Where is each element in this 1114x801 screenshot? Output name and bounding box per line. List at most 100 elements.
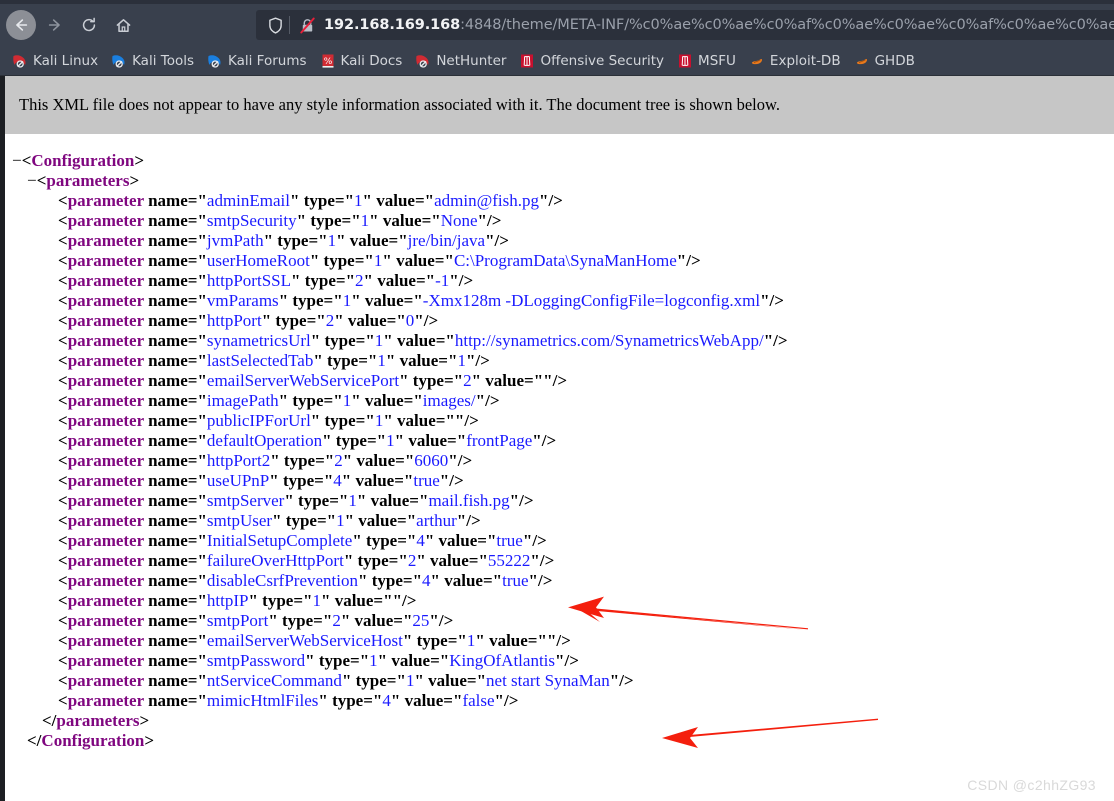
xml-parameter-row: <parameter name="httpPortSSL" type="2" v…: [58, 271, 474, 290]
xml-parameter-row: <parameter name="lastSelectedTab" type="…: [58, 351, 490, 370]
url-path: :4848/theme/META-INF/%c0%ae%c0%ae%c0%af%…: [460, 17, 1114, 33]
parameter-type: 2: [334, 451, 343, 470]
xml-line-root-close: </Configuration>: [27, 731, 155, 750]
parameter-name: ntServiceCommand: [206, 671, 342, 690]
kali-dragon-blue-icon: [111, 53, 127, 69]
parameter-value: mail.fish.pg: [428, 491, 510, 510]
xml-parameter-row: <parameter name="httpPort" type="2" valu…: [58, 311, 439, 330]
parameter-name: synametricsUrl: [206, 331, 311, 350]
xml-parameter-row: <parameter name="InitialSetupComplete" t…: [58, 531, 547, 550]
parameter-type: 1: [360, 211, 370, 230]
parameter-value: images/: [422, 391, 476, 410]
collapse-toggle-icon[interactable]: −: [27, 171, 37, 190]
parameter-value: -1: [435, 271, 450, 290]
parameter-name: jvmPath: [206, 231, 264, 250]
bookmark-label: Kali Tools: [132, 52, 194, 69]
xml-line-parameters-open[interactable]: −<parameters>: [5, 171, 1114, 191]
parameter-value: admin@fish.pg: [434, 191, 539, 210]
bookmark-kali-linux[interactable]: Kali Linux: [8, 51, 105, 71]
bookmark-label: Kali Docs: [340, 52, 403, 69]
parameter-value: true: [413, 471, 440, 490]
xml-parameter-row: <parameter name="smtpPassword" type="1" …: [58, 651, 579, 670]
parameter-name: httpPort: [206, 311, 262, 330]
bookmark-kali-forums[interactable]: Kali Forums: [203, 51, 314, 71]
parameter-type: 4: [422, 571, 431, 590]
bookmark-msfu[interactable]: MSFU: [673, 51, 743, 71]
bookmark-ghdb[interactable]: GHDB: [850, 51, 922, 71]
parameter-type: 2: [463, 371, 472, 390]
address-bar[interactable]: 192.168.169.168:4848/theme/META-INF/%c0%…: [256, 10, 1114, 40]
bookmark-label: Kali Linux: [33, 52, 99, 69]
parameter-value: net start SynaMan: [486, 671, 610, 690]
kali-dragon-icon: [415, 53, 431, 69]
parameter-type: 1: [342, 391, 352, 410]
svg-text:%: %: [323, 57, 332, 67]
xml-parameter-row: <parameter name="smtpSecurity" type="1" …: [58, 211, 502, 230]
bookmark-label: GHDB: [874, 52, 915, 69]
forward-button[interactable]: [40, 10, 70, 40]
parameter-type: 4: [333, 471, 342, 490]
address-bar-divider: [289, 16, 290, 34]
bookmark-label: Exploit-DB: [769, 52, 841, 69]
notice-text: This XML file does not appear to have an…: [19, 95, 780, 114]
parameter-value: false: [462, 691, 495, 710]
address-bar-url: 192.168.169.168:4848/theme/META-INF/%c0%…: [320, 17, 1114, 33]
reload-button[interactable]: [74, 10, 104, 40]
parameter-type: 1: [342, 291, 352, 310]
xml-parameter-row: <parameter name="smtpUser" type="1" valu…: [58, 511, 481, 530]
parameter-name: disableCsrfPrevention: [206, 571, 358, 590]
parameter-type: 2: [332, 611, 341, 630]
insecure-connection-lock-icon[interactable]: [294, 12, 320, 38]
bookmark-label: Offensive Security: [540, 52, 665, 69]
parameter-name: mimicHtmlFiles: [206, 691, 319, 710]
bookmark-nethunter[interactable]: NetHunter: [411, 51, 513, 71]
parameter-name: smtpSecurity: [206, 211, 297, 230]
xml-parameter-row: <parameter name="publicIPForUrl" type="1…: [58, 411, 479, 430]
parameter-name: InitialSetupComplete: [206, 531, 353, 550]
parameter-name: emailServerWebServiceHost: [206, 631, 403, 650]
bookmark-offensive-security[interactable]: Offensive Security: [515, 51, 671, 71]
parameter-value: 1: [457, 351, 466, 370]
xml-parameter-row: <parameter name="synametricsUrl" type="1…: [58, 331, 788, 350]
parameter-name: smtpPort: [206, 611, 269, 630]
bookmark-label: NetHunter: [436, 52, 507, 69]
csdn-watermark: CSDN @c2hhZG93: [967, 777, 1096, 793]
parameter-type: 1: [369, 651, 378, 670]
bookmark-kali-tools[interactable]: Kali Tools: [107, 51, 201, 71]
bookmark-label: MSFU: [698, 52, 736, 69]
kali-docs-book-icon: %: [320, 53, 336, 69]
xml-parameter-row: <parameter name="defaultOperation" type=…: [58, 431, 557, 450]
xml-line-parameters-close: </parameters>: [42, 711, 150, 730]
bookmark-label: Kali Forums: [228, 52, 307, 69]
xml-parameter-row: <parameter name="ntServiceCommand" type=…: [58, 671, 634, 690]
notice-gap: [0, 134, 1114, 147]
parameter-value: 55222: [487, 551, 531, 570]
xml-parameter-row: <parameter name="mimicHtmlFiles" type="4…: [58, 691, 519, 710]
xml-parameter-row: <parameter name="emailServerWebServicePo…: [58, 371, 568, 390]
kali-dragon-icon: [12, 53, 28, 69]
xml-document-tree: −<Configuration> −<parameters> <parameter …: [0, 147, 1114, 801]
home-button[interactable]: [108, 10, 138, 40]
parameter-name: httpIP: [206, 591, 249, 610]
bookmark-kali-docs[interactable]: % Kali Docs: [316, 51, 410, 71]
parameter-type: 4: [382, 691, 391, 710]
parameter-value: jre/bin/java: [407, 231, 486, 250]
browser-chrome: 192.168.169.168:4848/theme/META-INF/%c0%…: [0, 0, 1114, 76]
parameter-value: http://synametrics.com/SynametricsWebApp…: [454, 331, 764, 350]
xml-parameter-row: <parameter name="imagePath" type="1" val…: [58, 391, 500, 410]
exploitdb-flame-icon: [749, 53, 765, 69]
xml-parameter-row: <parameter name="adminEmail" type="1" va…: [58, 191, 563, 210]
xml-line-root-open[interactable]: −<Configuration>: [5, 151, 1114, 171]
tracking-protection-shield-icon[interactable]: [262, 12, 288, 38]
bookmark-exploit-db[interactable]: Exploit-DB: [745, 51, 848, 71]
back-button[interactable]: [6, 10, 36, 40]
navigation-toolbar: 192.168.169.168:4848/theme/META-INF/%c0%…: [0, 4, 1114, 46]
parameter-value: KingOfAtlantis: [449, 651, 556, 670]
xml-parameter-row: <parameter name="disableCsrfPrevention" …: [58, 571, 553, 590]
parameter-type: 1: [312, 591, 321, 610]
parameter-value: frontPage: [466, 431, 533, 450]
xml-parameter-row: <parameter name="emailServerWebServiceHo…: [58, 631, 571, 650]
parameter-name: smtpUser: [206, 511, 273, 530]
collapse-toggle-icon[interactable]: −: [12, 151, 22, 170]
parameter-value: arthur: [416, 511, 457, 530]
